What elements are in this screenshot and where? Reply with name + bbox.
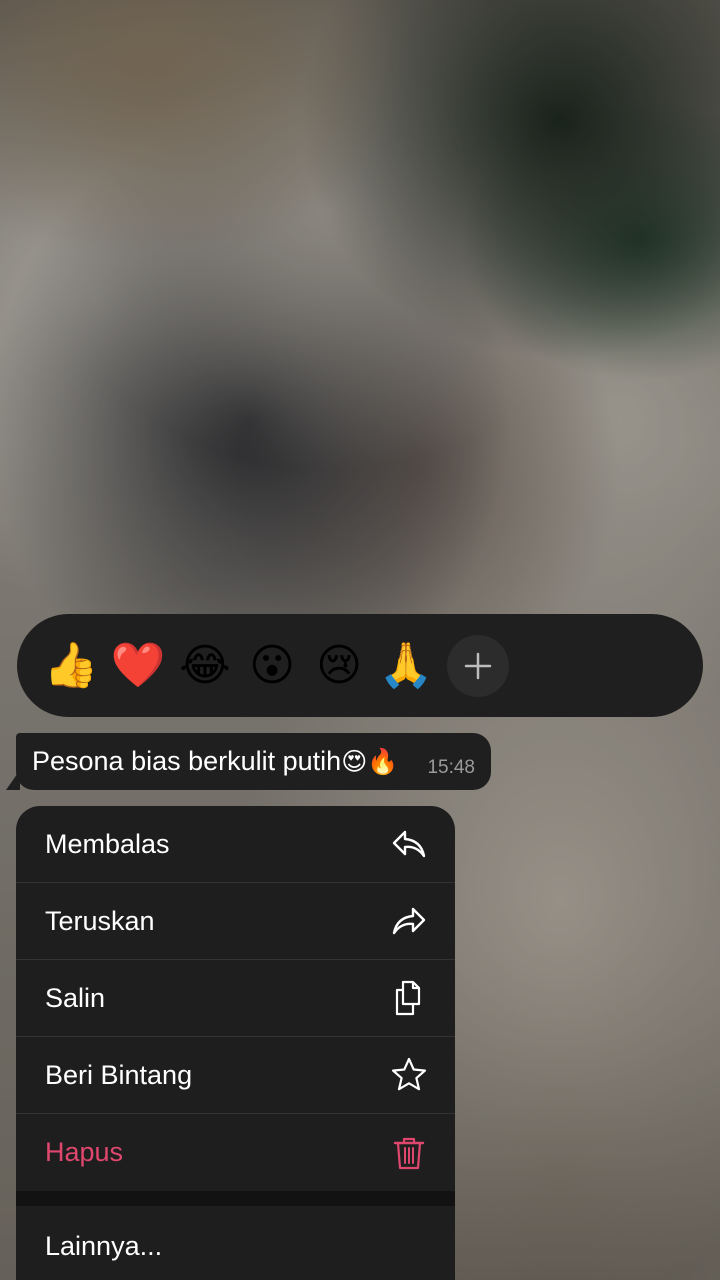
reaction-folded-hands[interactable]: 🙏 [378, 638, 434, 694]
menu-item-more[interactable]: Lainnya... [16, 1206, 455, 1280]
reaction-tears-of-joy[interactable]: 😂 [177, 638, 233, 694]
star-icon [389, 1055, 429, 1095]
reaction-bar: 👍 ❤️ 😂 😮 😢 🙏 [17, 614, 703, 717]
reaction-thumbs-up[interactable]: 👍 [43, 638, 99, 694]
menu-item-delete[interactable]: Hapus [16, 1114, 455, 1191]
reply-arrow-icon [389, 824, 429, 864]
plus-icon [464, 652, 492, 679]
menu-item-copy[interactable]: Salin [16, 960, 455, 1037]
menu-item-label: Salin [45, 982, 106, 1013]
menu-item-star[interactable]: Beri Bintang [16, 1037, 455, 1114]
menu-item-label: Teruskan [45, 905, 155, 936]
reaction-surprised[interactable]: 😮 [244, 638, 300, 694]
trash-icon [389, 1133, 429, 1173]
menu-item-label: Hapus [45, 1137, 124, 1167]
message-context-menu: Membalas Teruskan Salin Beri Bintang Hap… [16, 806, 455, 1280]
message-timestamp: 15:48 [427, 756, 475, 778]
menu-item-label: Lainnya... [45, 1230, 163, 1261]
reaction-crying[interactable]: 😢 [311, 638, 367, 694]
copy-icon [389, 978, 429, 1018]
menu-separator [16, 1191, 455, 1206]
message-bubble[interactable]: Pesona bias berkulit putih😍🔥 15:48 [16, 733, 491, 790]
menu-item-forward[interactable]: Teruskan [16, 883, 455, 960]
add-reaction-button[interactable] [447, 634, 509, 697]
menu-item-label: Membalas [45, 828, 170, 859]
menu-item-label: Beri Bintang [45, 1059, 193, 1090]
message-body: Pesona bias berkulit putih [32, 746, 342, 776]
message-emojis: 😍🔥 [341, 748, 399, 776]
forward-arrow-icon [389, 901, 429, 941]
reaction-red-heart[interactable]: ❤️ [110, 638, 166, 694]
message-text: Pesona bias berkulit putih😍🔥 [32, 746, 398, 777]
menu-item-reply[interactable]: Membalas [16, 806, 455, 883]
